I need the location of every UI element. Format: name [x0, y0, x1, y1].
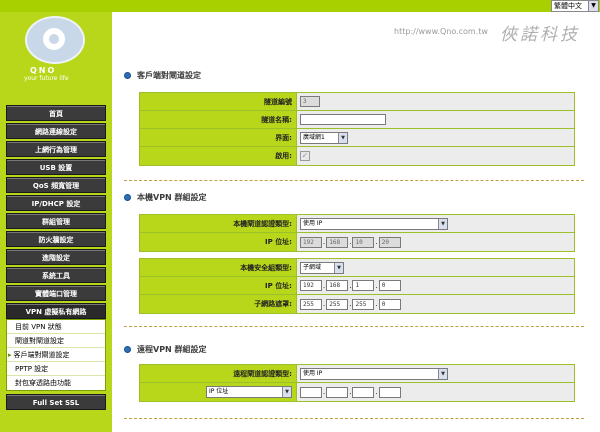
remote-ip-octet-4[interactable]: [378, 386, 401, 398]
submenu-pptp[interactable]: PPTP 設定: [7, 362, 105, 376]
local-auth-select[interactable]: 使用 IP ▼: [300, 217, 448, 230]
row-tunnel-no: 隧道編號 3: [140, 93, 574, 111]
sidebar-item-ports[interactable]: 實體端口管理: [6, 285, 106, 301]
remote-ip-octet-2[interactable]: [326, 386, 349, 398]
section-bullet-icon: [124, 72, 131, 79]
sidebar-menu: 首頁 網路連線設定 上網行為管理 USB 設置 QoS 頻寬管理 IP/DHCP…: [6, 105, 106, 412]
row-tunnel-name: 隧道名稱:: [140, 111, 574, 129]
chevron-down-icon: ▼: [438, 218, 447, 229]
chevron-down-icon: ▼: [438, 368, 447, 379]
submenu-vpn-status[interactable]: 目前 VPN 狀態: [7, 320, 105, 334]
divider: [124, 418, 584, 419]
interface-label: 界面:: [140, 129, 297, 146]
qno-logo-icon: [25, 16, 85, 64]
sidebar-item-firewall[interactable]: 防火牆設定: [6, 231, 106, 247]
enable-label: 啟用:: [140, 147, 297, 165]
row-subnet-mask: 子網路遮罩: 255. 255. 255. 0: [140, 295, 574, 313]
remote-ip-type-select[interactable]: IP 位址 ▼: [206, 386, 292, 398]
sidebar-item-ip-dhcp[interactable]: IP/DHCP 設定: [6, 195, 106, 211]
enable-checkbox[interactable]: ✓: [300, 151, 310, 161]
local-auth-label: 本機閘道認證類型:: [140, 215, 297, 232]
row-interface: 界面: 廣域網1 ▼: [140, 129, 574, 147]
tunnel-name-input[interactable]: [300, 114, 386, 125]
sidebar-item-qos[interactable]: QoS 頻寬管理: [6, 177, 106, 193]
sidebar-item-ssl[interactable]: Full Set SSL: [6, 394, 106, 410]
local-ip-label: IP 位址:: [140, 233, 297, 251]
sidebar-item-group[interactable]: 群組管理: [6, 213, 106, 229]
subnet-mask-label: 子網路遮罩:: [140, 295, 297, 313]
remote-auth-label: 遠程閘道認證類型:: [140, 365, 297, 382]
submenu-gateway-to-gateway[interactable]: 閘道對閘道設定: [7, 334, 105, 348]
divider: [124, 180, 584, 181]
remote-settings-table: 遠程閘道認證類型: 使用 IP ▼ IP 位址 ▼ . . .: [139, 364, 575, 402]
chevron-down-icon: ▼: [334, 262, 343, 273]
row-local-ip: IP 位址: 192. 168. 10. 20: [140, 233, 574, 251]
row-enable: 啟用: ✓: [140, 147, 574, 165]
sidebar-item-vpn[interactable]: VPN 虛擬私有網路: [6, 303, 106, 319]
divider: [124, 326, 584, 327]
sidebar-item-system[interactable]: 系統工具: [6, 267, 106, 283]
row-subnet-ip: IP 位址: 192. 168. 1. 0: [140, 277, 574, 295]
section-bullet-icon: [124, 346, 131, 353]
mask-octet-4[interactable]: 0: [378, 298, 401, 310]
subnet-ip-label: IP 位址:: [140, 277, 297, 294]
local-ip-octet-1: 192: [300, 236, 322, 248]
remote-ip-type-cell: IP 位址 ▼: [140, 383, 297, 401]
subnet-ip-octet-1[interactable]: 192: [300, 280, 322, 291]
section-bullet-icon: [124, 194, 131, 201]
remote-auth-select[interactable]: 使用 IP ▼: [300, 367, 448, 380]
client-settings-table: 隧道編號 3 隧道名稱: 界面: 廣域網1 ▼ 啟用: ✓: [139, 92, 575, 166]
section-title-local: 本機VPN 群組設定: [124, 192, 207, 203]
local-ip-octet-3: 10: [352, 236, 375, 248]
logo-tagline: your future life: [24, 75, 69, 82]
subnet-ip-octet-4[interactable]: 0: [378, 280, 401, 291]
row-local-auth: 本機閘道認證類型: 使用 IP ▼: [140, 215, 574, 233]
language-select[interactable]: 繁體中文 ▼: [551, 0, 599, 12]
vpn-submenu: 目前 VPN 狀態 閘道對閘道設定 客戶端對閘道設定 PPTP 設定 封包穿透路…: [6, 319, 106, 391]
subnet-ip-octet-3[interactable]: 1: [352, 280, 375, 291]
sidebar: QNO your future life 首頁 網路連線設定 上網行為管理 US…: [0, 12, 112, 432]
site-url: http://www.Qno.com.tw: [394, 27, 488, 36]
tunnel-no-label: 隧道編號: [140, 93, 297, 110]
brand-name: 俠諾科技: [500, 25, 580, 45]
local-auth-table: 本機閘道認證類型: 使用 IP ▼ IP 位址: 192. 168. 10. 20: [139, 214, 575, 252]
logo-text: QNO: [30, 66, 57, 75]
section-title-client: 客戶端對閘道設定: [124, 70, 201, 81]
mask-octet-1[interactable]: 255: [300, 298, 322, 310]
language-value: 繁體中文: [554, 2, 582, 10]
chevron-down-icon: ▼: [588, 1, 598, 11]
security-group-label: 本機安全組類型:: [140, 259, 297, 276]
sidebar-item-behavior[interactable]: 上網行為管理: [6, 141, 106, 157]
main-content: 客戶端對閘道設定 隧道編號 3 隧道名稱: 界面: 廣域網1 ▼ 啟用: ✓ 本機…: [112, 52, 600, 432]
remote-ip-octet-1[interactable]: [300, 386, 322, 398]
row-security-group: 本機安全組類型: 子網域 ▼: [140, 259, 574, 277]
sidebar-item-network[interactable]: 網路連線設定: [6, 123, 106, 139]
row-remote-auth: 遠程閘道認證類型: 使用 IP ▼: [140, 365, 574, 383]
chevron-down-icon: ▼: [338, 132, 347, 143]
mask-octet-3[interactable]: 255: [352, 298, 375, 310]
mask-octet-2[interactable]: 255: [326, 298, 349, 310]
remote-ip-octet-3[interactable]: [352, 386, 375, 398]
interface-select[interactable]: 廣域網1 ▼: [300, 131, 348, 144]
tunnel-name-label: 隧道名稱:: [140, 111, 297, 128]
top-bar: 繁體中文 ▼: [0, 0, 600, 12]
sidebar-item-home[interactable]: 首頁: [6, 105, 106, 121]
section-title-remote: 遠程VPN 群組設定: [124, 344, 207, 355]
local-subnet-table: 本機安全組類型: 子網域 ▼ IP 位址: 192. 168. 1. 0 子網路遮…: [139, 258, 575, 314]
local-ip-octet-4: 20: [378, 236, 401, 248]
row-remote-ip: IP 位址 ▼ . . .: [140, 383, 574, 401]
subnet-ip-octet-2[interactable]: 168: [326, 280, 349, 291]
sidebar-item-usb[interactable]: USB 設置: [6, 159, 106, 175]
submenu-client-to-gateway[interactable]: 客戶端對閘道設定: [7, 348, 105, 362]
sidebar-item-advanced[interactable]: 進階設定: [6, 249, 106, 265]
tunnel-no-field: 3: [300, 96, 320, 107]
local-ip-octet-2: 168: [326, 236, 349, 248]
submenu-passthrough[interactable]: 封包穿透路由功能: [7, 376, 105, 390]
security-group-select[interactable]: 子網域 ▼: [300, 261, 344, 274]
chevron-down-icon: ▼: [282, 387, 291, 397]
